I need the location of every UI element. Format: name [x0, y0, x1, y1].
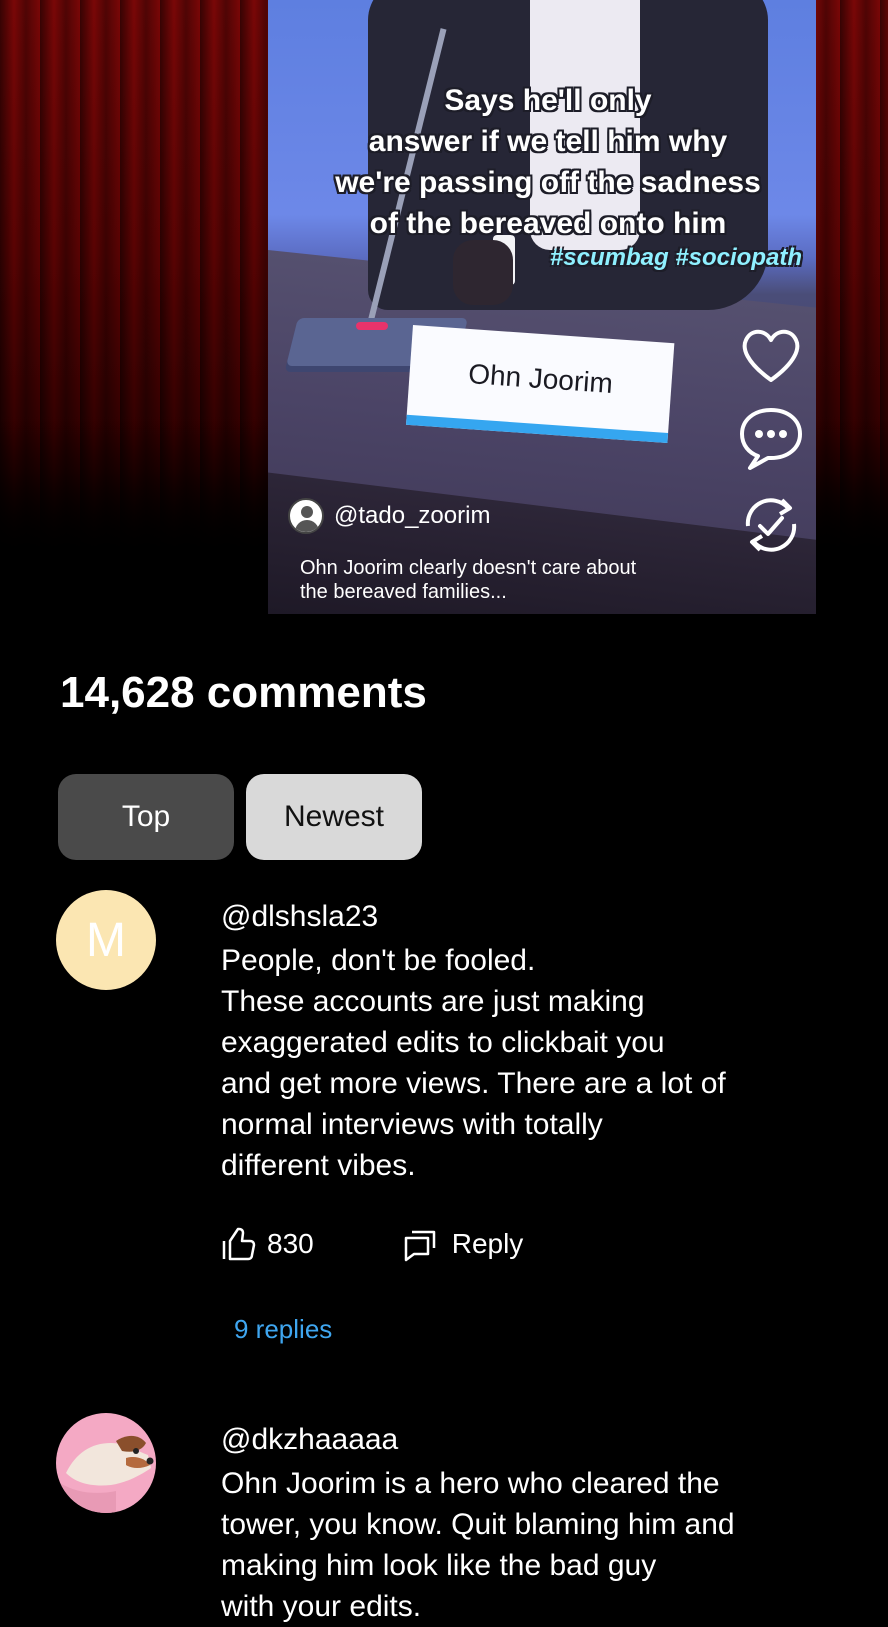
avatar-letter: M — [86, 913, 126, 967]
tab-newest-label: Newest — [283, 800, 385, 833]
caption-line: of the bereaved onto him — [369, 207, 727, 240]
comment-line: tower, you know. Quit blaming him and — [221, 1508, 735, 1541]
author-handle: @tado_zoorim — [334, 502, 491, 529]
heart-icon[interactable] — [736, 320, 806, 390]
comment-line: Ohn Joorim is a hero who cleared the — [221, 1467, 720, 1500]
comment-line: People, don't be fooled. — [221, 944, 536, 977]
comment-bubble-icon[interactable] — [736, 402, 806, 472]
video-author[interactable]: @tado_zoorim — [288, 498, 490, 534]
comment-line: with your edits. — [221, 1590, 422, 1623]
comment-line: These accounts are just making — [221, 985, 645, 1018]
caption-line: we're passing off the sadness — [335, 166, 761, 199]
comment-line: normal interviews with totally — [221, 1108, 603, 1141]
comment-username[interactable]: @dlshsla23 — [221, 900, 378, 934]
caption-line: Says he'll only — [444, 84, 652, 117]
comment-line: and get more views. There are a lot of — [221, 1067, 726, 1100]
nameplate: Ohn Joorim — [406, 325, 675, 444]
comment-text: People, don't be fooled. These accounts … — [221, 940, 821, 1186]
like-count: 830 — [267, 1228, 314, 1259]
thumbs-up-icon[interactable] — [221, 1226, 257, 1262]
reply-label: Reply — [451, 1228, 524, 1259]
nameplate-text: Ohn Joorim — [467, 358, 614, 400]
avatar[interactable]: M — [56, 890, 156, 990]
reply-button[interactable]: Reply — [402, 1226, 524, 1262]
avatar[interactable] — [56, 1413, 156, 1513]
video-hashtags: #scumbag #sociopath — [549, 244, 802, 271]
comment-line: different vibes. — [221, 1149, 416, 1182]
tab-newest[interactable]: Newest — [246, 774, 422, 860]
comment-text: Ohn Joorim is a hero who cleared the tow… — [221, 1463, 821, 1627]
comment-line: exaggerated edits to clickbait you — [221, 1026, 665, 1059]
view-replies-link[interactable]: 9 replies — [234, 1314, 332, 1345]
comments-count-heading: 14,628 comments — [60, 668, 427, 717]
description-line: the bereaved families... — [300, 581, 507, 603]
reply-icon — [404, 1230, 435, 1262]
author-avatar-icon — [288, 498, 324, 534]
description-line: Ohn Joorim clearly doesn't care about — [300, 557, 637, 579]
caption-line: answer if we tell him why — [368, 125, 728, 158]
comment-line: making him look like the bad guy — [221, 1549, 657, 1582]
microphone-ring-illustration — [356, 322, 388, 330]
repost-icon[interactable] — [736, 490, 806, 560]
video-caption: Says he'll only answer if we tell him wh… — [308, 80, 788, 244]
tab-top-label: Top — [121, 800, 171, 833]
tab-top[interactable]: Top — [58, 774, 234, 860]
comment-actions: 830 Reply — [221, 1226, 523, 1262]
character-hand-illustration — [453, 240, 513, 305]
video-description: Ohn Joorim clearly doesn't care about th… — [300, 556, 720, 604]
dog-avatar-icon — [60, 1435, 154, 1513]
comment-username[interactable]: @dkzhaaaaa — [221, 1423, 398, 1457]
